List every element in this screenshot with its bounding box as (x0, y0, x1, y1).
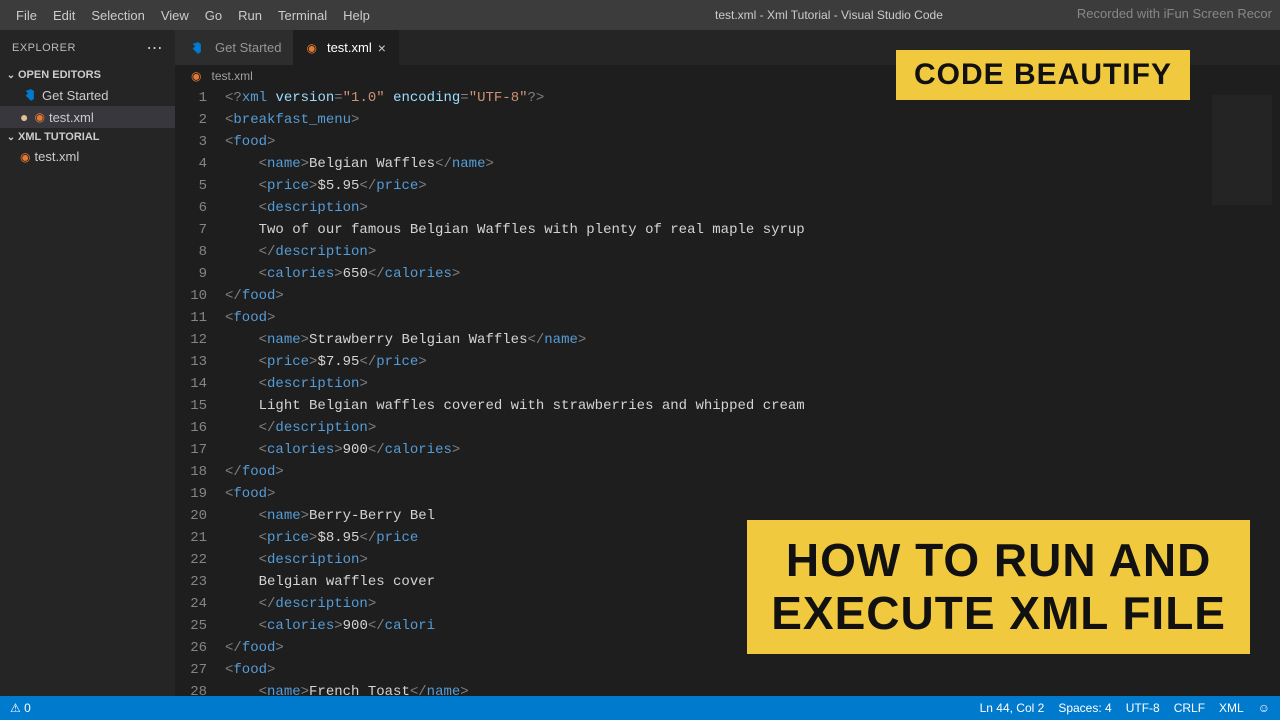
item-label: Get Started (42, 88, 108, 103)
sidebar: EXPLORER ⋯ ⌄ OPEN EDITORS Get Started ● ◉ t… (0, 30, 175, 696)
more-actions-icon[interactable]: ⋯ (147, 38, 164, 58)
menu-help[interactable]: Help (335, 8, 378, 23)
status-errors[interactable]: ⚠ 0 (10, 701, 31, 715)
menu-view[interactable]: View (153, 8, 197, 23)
modified-dot-icon: ● (20, 109, 28, 125)
open-editors-label: OPEN EDITORS (18, 69, 101, 81)
status-encoding[interactable]: UTF-8 (1126, 701, 1160, 715)
menu-edit[interactable]: Edit (45, 8, 83, 23)
item-label: test.xml (49, 110, 94, 125)
statusbar: ⚠ 0 Ln 44, Col 2 Spaces: 4 UTF-8 CRLF XM… (0, 696, 1280, 720)
watermark-text: Recorded with iFun Screen Recor (1077, 6, 1272, 21)
status-spaces[interactable]: Spaces: 4 (1058, 701, 1111, 715)
menu-file[interactable]: File (8, 8, 45, 23)
status-lang[interactable]: XML (1219, 701, 1244, 715)
workspace-header[interactable]: ⌄ XML TUTORIAL (0, 128, 175, 146)
menu-go[interactable]: Go (197, 8, 230, 23)
overlay-brand: CODE BEAUTIFY (896, 50, 1190, 100)
explorer-header: EXPLORER ⋯ (0, 30, 175, 66)
tab-label: Get Started (215, 40, 281, 55)
sidebar-item[interactable]: ◉ test.xml (0, 146, 175, 167)
editor-tab[interactable]: Get Started (175, 30, 294, 65)
menu-run[interactable]: Run (230, 8, 270, 23)
status-ln-col[interactable]: Ln 44, Col 2 (980, 701, 1045, 715)
open-editors-header[interactable]: ⌄ OPEN EDITORS (0, 66, 175, 84)
sidebar-item[interactable]: Get Started (0, 84, 175, 106)
item-label: test.xml (34, 149, 79, 164)
rss-icon: ◉ (306, 41, 316, 55)
sidebar-item[interactable]: ● ◉ test.xml (0, 106, 175, 128)
status-eol[interactable]: CRLF (1174, 701, 1205, 715)
vscode-icon (20, 87, 36, 103)
tab-label: test.xml (327, 40, 372, 55)
workspace-label: XML TUTORIAL (18, 131, 99, 143)
rss-icon: ◉ (20, 150, 30, 164)
editor-tab[interactable]: ◉ test.xml × (294, 30, 398, 65)
explorer-title: EXPLORER (12, 42, 76, 54)
menu-terminal[interactable]: Terminal (270, 8, 335, 23)
menu-bar: FileEditSelectionViewGoRunTerminalHelp (0, 8, 378, 23)
line-gutter: 1234567891011121314151617181920212223242… (175, 87, 225, 696)
vscode-icon (187, 40, 203, 56)
minimap[interactable] (1212, 95, 1272, 205)
rss-icon: ◉ (34, 110, 44, 124)
menu-selection[interactable]: Selection (83, 8, 152, 23)
chevron-down-icon: ⌄ (4, 70, 18, 81)
rss-icon: ◉ (191, 69, 201, 83)
overlay-title: HOW TO RUN ANDEXECUTE XML FILE (747, 520, 1250, 654)
chevron-down-icon: ⌄ (4, 132, 18, 143)
close-icon[interactable]: × (378, 40, 386, 56)
feedback-icon[interactable]: ☺ (1258, 701, 1270, 715)
breadcrumb-label: test.xml (211, 69, 252, 83)
